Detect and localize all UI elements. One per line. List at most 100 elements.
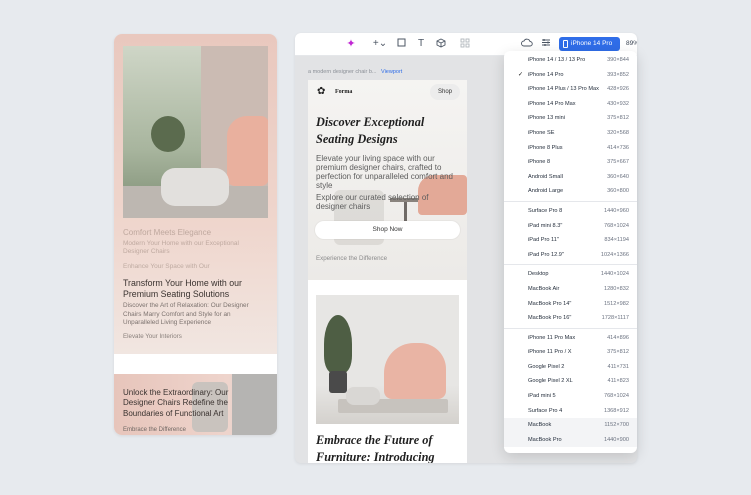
device-dimensions: 1152×700 (604, 422, 629, 429)
cloud-icon[interactable] (521, 38, 533, 50)
device-option[interactable]: Surface Pro 8 1440×960 (504, 204, 637, 219)
device-dimensions: 411×823 (607, 378, 629, 385)
frame-name[interactable]: a modern designer chair b... (308, 69, 376, 75)
device-dimensions: 1280×832 (603, 285, 629, 292)
device-name: Android Small (528, 173, 563, 180)
device-name: iPhone 11 Pro / X (528, 349, 572, 356)
device-option[interactable]: Google Pixel 2 411×731 (504, 360, 637, 375)
cube-icon[interactable] (435, 38, 447, 50)
device-dimensions: 414×736 (607, 144, 629, 151)
device-selector-button[interactable]: iPhone 14 Pro ⌃ (559, 37, 620, 61)
device-dimensions: 360×640 (607, 173, 629, 180)
sparkle-icon[interactable]: ✦ (345, 38, 357, 50)
device-option[interactable]: MacBook Pro 14" 1512×982 (504, 297, 637, 312)
ghost-line: Designer Chairs (123, 248, 170, 255)
armchair-graphic (384, 343, 446, 399)
device-option[interactable]: iPad mini 8.3" 768×1024 (504, 219, 637, 234)
text-icon[interactable]: T (415, 38, 427, 50)
design-frame[interactable]: ✿ Forma Shop Discover Exceptional Seatin… (308, 80, 467, 463)
device-group: Surface Pro 8 1440×960 iPad mini 8.3" 768×1… (504, 202, 637, 266)
band-title: Unlock the Extraordinary: Our Designer C… (123, 388, 229, 418)
frame-caption: a modern designer chair b... Viewport (308, 69, 402, 75)
device-name: iPhone SE (528, 129, 555, 136)
device-name: iPad mini 8.3" (528, 222, 563, 229)
shop-now-button[interactable]: Shop Now (315, 221, 460, 239)
device-label: iPhone 14 Pro (571, 40, 613, 47)
pot-graphic (329, 371, 347, 393)
square-icon[interactable] (395, 38, 407, 50)
plus-icon[interactable]: +⌄ (371, 38, 389, 50)
device-name: iPhone 14 Plus / 13 Pro Max (528, 86, 599, 93)
device-option[interactable]: iPhone 14 / 13 / 13 Pro 390×844 (504, 53, 637, 68)
band-link[interactable]: Embrace the Difference (123, 427, 186, 433)
device-dimensions: 1368×912 (603, 407, 629, 414)
device-name: Surface Pro 4 (528, 407, 563, 414)
device-group: iPhone 11 Pro Max 414×896 iPhone 11 Pro / … (504, 329, 637, 450)
preview-link[interactable]: Elevate Your Interiors (123, 333, 182, 340)
device-dimensions: 360×800 (607, 188, 629, 195)
device-option[interactable]: iPad Pro 12.9" 1024×1366 (504, 248, 637, 263)
ghost-line: Modern Your Home with our Exceptional (123, 240, 239, 247)
device-option[interactable]: iPhone SE 320×568 (504, 126, 637, 141)
device-option[interactable]: Google Pixel 2 XL 411×823 (504, 374, 637, 389)
components-icon[interactable] (459, 38, 471, 50)
hero-description-secondary: Explore our curated selection of designe… (316, 193, 429, 211)
device-option[interactable]: iPhone 8 375×667 (504, 155, 637, 170)
device-dimensions: 414×896 (607, 334, 629, 341)
device-name: Surface Pro 8 (528, 207, 563, 214)
device-name: iPhone 8 Plus (528, 144, 563, 151)
device-name: iPhone 8 (528, 159, 551, 166)
device-name: Google Pixel 2 (528, 363, 565, 370)
device-name: iPad mini 5 (528, 393, 556, 400)
device-dimensions: 375×667 (607, 159, 629, 166)
device-dimensions: 428×926 (607, 86, 629, 93)
device-name: iPhone 14 Pro (528, 71, 564, 78)
device-name: iPhone 13 mini (528, 115, 566, 122)
device-option[interactable]: Android Large 360×800 (504, 184, 637, 199)
device-dimensions: 375×812 (607, 115, 629, 122)
section-divider (308, 280, 467, 294)
phone-icon (563, 40, 568, 48)
device-option[interactable]: MacBook Pro 1440×900 (504, 432, 637, 448)
brand-name: Forma (335, 89, 353, 95)
zoom-level[interactable]: 89% (626, 37, 637, 51)
device-option[interactable]: iPhone 8 Plus 414×736 (504, 141, 637, 156)
device-option[interactable]: iPhone 14 Plus / 13 Pro Max 428×926 (504, 82, 637, 97)
device-option[interactable]: ✓ iPhone 14 Pro 393×852 (504, 68, 637, 83)
device-option[interactable]: Surface Pro 4 1368×912 (504, 404, 637, 419)
plant-graphic (324, 315, 352, 373)
device-dimensions: 390×844 (607, 57, 629, 63)
device-dimensions: 768×1024 (603, 222, 629, 229)
shop-button[interactable]: Shop (430, 84, 460, 100)
device-dimensions: 1728×1117 (601, 315, 629, 322)
device-option[interactable]: iPhone 11 Pro / X 375×812 (504, 345, 637, 360)
device-option[interactable]: iPhone 11 Pro Max 414×896 (504, 331, 637, 346)
device-name: Desktop (528, 271, 549, 278)
check-icon: ✓ (518, 71, 524, 78)
chair-graphic (227, 116, 268, 186)
device-option[interactable]: Desktop 1440×1024 (504, 267, 637, 282)
device-option[interactable]: MacBook Air 1280×832 (504, 282, 637, 297)
device-name: MacBook Pro 14" (528, 300, 572, 307)
experience-link[interactable]: Experience the Difference (316, 255, 387, 262)
device-option[interactable]: iPhone 14 Pro Max 430×932 (504, 97, 637, 112)
device-dimensions: 411×731 (607, 363, 629, 370)
sliders-icon[interactable] (540, 38, 552, 50)
device-option[interactable]: iPad Pro 11" 834×1194 (504, 233, 637, 248)
device-dimensions: 1024×1366 (600, 251, 629, 258)
device-option[interactable]: Android Small 360×640 (504, 170, 637, 185)
hero-description: Elevate your living space with our premi… (316, 154, 453, 190)
device-option[interactable]: MacBook Pro 16" 1728×1117 (504, 311, 637, 326)
device-option[interactable]: iPad mini 5 768×1024 (504, 389, 637, 404)
device-option[interactable]: iPhone 13 mini 375×812 (504, 111, 637, 126)
device-dimensions: 1440×900 (603, 436, 629, 443)
device-dimensions: 768×1024 (603, 393, 629, 400)
viewport-label[interactable]: Viewport (381, 69, 402, 75)
device-group: iPhone 14 / 13 / 13 Pro 390×844 ✓ iPhone 14… (504, 51, 637, 202)
ghost-heading: Comfort Meets Elegance (123, 228, 212, 237)
device-option[interactable]: MacBook 1152×700 (504, 418, 637, 433)
device-name: MacBook Pro (528, 436, 562, 443)
device-name: iPad Pro 12.9" (528, 251, 564, 258)
ottoman-graphic (161, 168, 229, 206)
preview-title: Transform Your Home with our Premium Sea… (123, 278, 242, 300)
